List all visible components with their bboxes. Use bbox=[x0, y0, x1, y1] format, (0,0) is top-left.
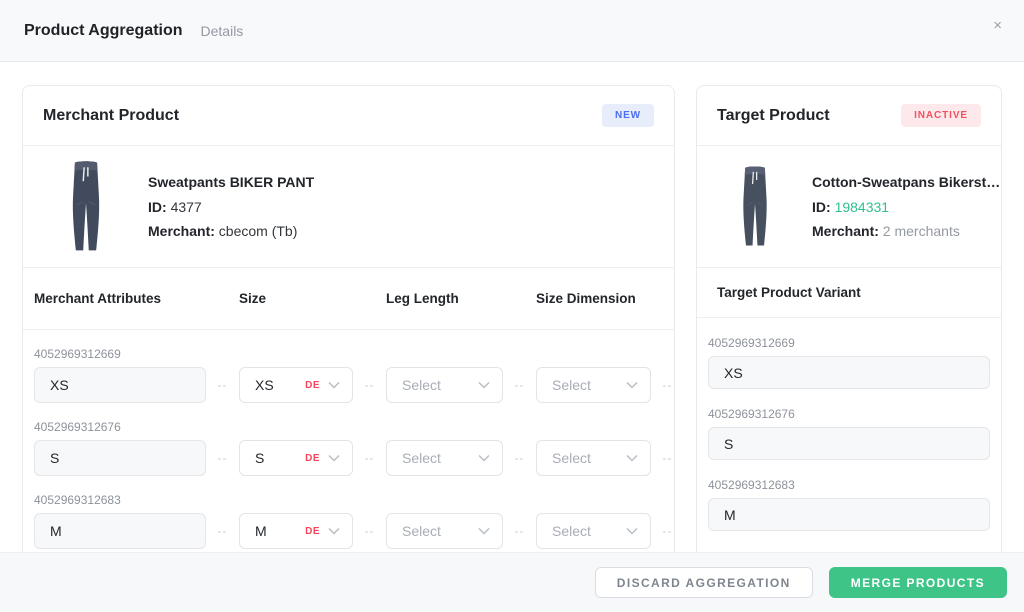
target-card-header: Target Product INACTIVE bbox=[697, 86, 1001, 146]
chevron-down-icon bbox=[328, 381, 340, 389]
size-dimension-dropdown[interactable]: Select bbox=[536, 440, 651, 476]
ean-label: 4052969312676 bbox=[708, 407, 990, 421]
modal-body: Merchant Product NEW Sweatpants BIKER PA… bbox=[22, 85, 1002, 552]
mapping-dash: -- bbox=[206, 451, 239, 465]
merchant-product-image bbox=[23, 159, 148, 255]
attributes-header-row: Merchant Attributes Size Leg Length Size… bbox=[23, 268, 674, 330]
sweatpants-image bbox=[737, 162, 773, 252]
merchant-label: Merchant: bbox=[148, 223, 215, 239]
ean-label: 4052969312676 bbox=[34, 420, 674, 434]
merchant-product-id: 4377 bbox=[171, 199, 202, 215]
chevron-down-icon bbox=[478, 527, 490, 535]
merchant-product-info: Sweatpants BIKER PANT ID: 4377 Merchant:… bbox=[23, 146, 674, 268]
target-product-info: Cotton-Sweatpans Bikerst… ID: 1984331 Me… bbox=[697, 146, 1001, 268]
column-merchant-attributes: Merchant Attributes bbox=[34, 291, 206, 306]
page-title: Product Aggregation bbox=[24, 22, 183, 40]
ean-label: 4052969312683 bbox=[34, 493, 674, 507]
list-item: 4052969312676 S bbox=[697, 389, 1001, 460]
modal-footer: DISCARD AGGREGATION MERGE PRODUCTS bbox=[0, 552, 1024, 612]
variant-value-box: XS bbox=[708, 356, 990, 389]
merchant-product-merchant-line: Merchant: cbecom (Tb) bbox=[148, 224, 314, 238]
ean-label: 4052969312669 bbox=[708, 336, 990, 350]
target-card-title: Target Product bbox=[717, 107, 830, 125]
chevron-down-icon bbox=[626, 454, 638, 462]
mapping-dash: -- bbox=[353, 524, 386, 538]
chevron-down-icon bbox=[328, 527, 340, 535]
locale-tag: DE bbox=[305, 380, 320, 391]
mapping-dash: -- bbox=[206, 524, 239, 538]
target-product-name: Cotton-Sweatpans Bikerst… bbox=[812, 175, 1000, 189]
list-item: 4052969312683 M bbox=[697, 460, 1001, 531]
table-row: 4052969312683 -- M DE -- Select -- Selec… bbox=[23, 476, 674, 549]
id-label: ID: bbox=[148, 199, 167, 215]
table-row: 4052969312669 -- XS DE -- Select -- Sele… bbox=[23, 330, 674, 403]
leg-length-dropdown[interactable]: Select bbox=[386, 440, 503, 476]
close-icon[interactable]: × bbox=[993, 18, 1002, 33]
merge-products-button[interactable]: MERGE PRODUCTS bbox=[829, 567, 1007, 598]
merchant-product-name: Sweatpants BIKER PANT bbox=[148, 175, 314, 189]
tab-details[interactable]: Details bbox=[201, 23, 244, 39]
mapping-dash: -- bbox=[206, 378, 239, 392]
merchant-name: cbecom (Tb) bbox=[219, 223, 298, 239]
column-size-dimension: Size Dimension bbox=[536, 291, 651, 306]
target-product-id-line: ID: 1984331 bbox=[812, 200, 1000, 214]
size-dimension-dropdown[interactable]: Select bbox=[536, 513, 651, 549]
mapping-dash: -- bbox=[651, 451, 675, 465]
target-variant-header: Target Product Variant bbox=[697, 268, 1001, 318]
size-dimension-dropdown[interactable]: Select bbox=[536, 367, 651, 403]
mapping-dash: -- bbox=[353, 451, 386, 465]
target-product-card: Target Product INACTIVE Cotton-Sweatpans… bbox=[696, 85, 1002, 552]
variant-value-box: S bbox=[708, 427, 990, 460]
target-product-text: Cotton-Sweatpans Bikerst… ID: 1984331 Me… bbox=[812, 175, 1000, 238]
mapping-dash: -- bbox=[651, 378, 675, 392]
column-size: Size bbox=[239, 291, 353, 306]
chevron-down-icon bbox=[478, 381, 490, 389]
attribute-input[interactable] bbox=[34, 513, 206, 549]
chevron-down-icon bbox=[478, 454, 490, 462]
merchant-product-id-line: ID: 4377 bbox=[148, 200, 314, 214]
target-product-id-link[interactable]: 1984331 bbox=[835, 199, 890, 215]
locale-tag: DE bbox=[305, 526, 320, 537]
status-badge-inactive: INACTIVE bbox=[901, 104, 981, 127]
mapping-dash: -- bbox=[503, 524, 536, 538]
chevron-down-icon bbox=[328, 454, 340, 462]
mapping-dash: -- bbox=[503, 451, 536, 465]
target-product-merchant-line: Merchant: 2 merchants bbox=[812, 224, 1000, 238]
size-dropdown[interactable]: XS DE bbox=[239, 367, 353, 403]
merchant-label: Merchant: bbox=[812, 223, 879, 239]
chevron-down-icon bbox=[626, 527, 638, 535]
merchant-card-title: Merchant Product bbox=[43, 107, 179, 125]
sweatpants-image bbox=[65, 159, 107, 255]
ean-label: 4052969312669 bbox=[34, 347, 674, 361]
chevron-down-icon bbox=[626, 381, 638, 389]
attribute-input[interactable] bbox=[34, 367, 206, 403]
mapping-dash: -- bbox=[503, 378, 536, 392]
ean-label: 4052969312683 bbox=[708, 478, 990, 492]
mapping-dash: -- bbox=[353, 378, 386, 392]
locale-tag: DE bbox=[305, 453, 320, 464]
size-dropdown[interactable]: M DE bbox=[239, 513, 353, 549]
status-badge-new: NEW bbox=[602, 104, 654, 127]
list-item: 4052969312669 XS bbox=[697, 318, 1001, 389]
table-row: 4052969312676 -- S DE -- Select -- Selec… bbox=[23, 403, 674, 476]
attribute-input[interactable] bbox=[34, 440, 206, 476]
merchant-card-header: Merchant Product NEW bbox=[23, 86, 674, 146]
size-dropdown[interactable]: S DE bbox=[239, 440, 353, 476]
modal-header: Product Aggregation Details × bbox=[0, 0, 1024, 62]
variant-value-box: M bbox=[708, 498, 990, 531]
target-merchant-count: 2 merchants bbox=[883, 223, 960, 239]
id-label: ID: bbox=[812, 199, 831, 215]
mapping-dash: -- bbox=[651, 524, 675, 538]
target-product-image bbox=[697, 162, 812, 252]
leg-length-dropdown[interactable]: Select bbox=[386, 513, 503, 549]
leg-length-dropdown[interactable]: Select bbox=[386, 367, 503, 403]
column-leg-length: Leg Length bbox=[386, 291, 503, 306]
discard-aggregation-button[interactable]: DISCARD AGGREGATION bbox=[595, 567, 813, 598]
merchant-product-card: Merchant Product NEW Sweatpants BIKER PA… bbox=[22, 85, 675, 552]
merchant-product-text: Sweatpants BIKER PANT ID: 4377 Merchant:… bbox=[148, 175, 314, 238]
